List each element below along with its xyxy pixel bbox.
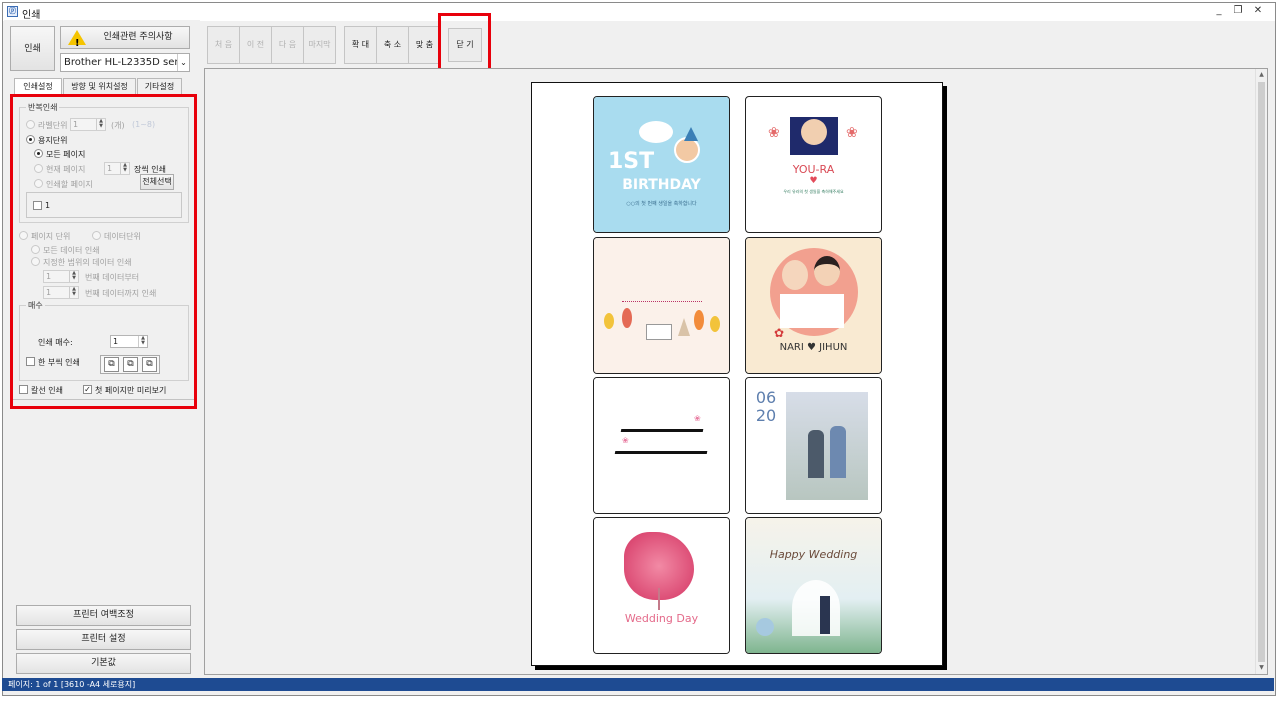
bride-face bbox=[782, 260, 808, 290]
scroll-down-icon[interactable]: ▼ bbox=[1256, 662, 1267, 674]
house-icon bbox=[646, 324, 672, 340]
flower-icon: ❀ bbox=[694, 414, 701, 423]
tree-icon bbox=[604, 313, 614, 329]
groom-figure bbox=[820, 596, 830, 634]
app-icon: ⓟ bbox=[7, 6, 18, 17]
card-big-text: Happy Wedding bbox=[769, 548, 858, 561]
flower-stem bbox=[658, 588, 660, 610]
heart-icon: ♥ bbox=[809, 176, 818, 186]
church-icon bbox=[678, 318, 690, 336]
restore-icon[interactable]: ❐ bbox=[1231, 5, 1245, 18]
title-bar: ⓟ 인쇄 _ ❐ ✕ bbox=[3, 3, 1275, 21]
person-silhouette bbox=[808, 430, 824, 478]
warning-icon bbox=[68, 30, 86, 54]
veil-illustration bbox=[792, 580, 840, 636]
label-card-youra: ❀ ❀ YOU-RA ♥ 우리 유라의 첫 생일을 축하해주세요 bbox=[745, 96, 882, 233]
first-page-button[interactable]: 처 음 bbox=[207, 26, 240, 64]
rose-icon: ✿ bbox=[774, 326, 785, 340]
left-panel: 인쇄 인쇄관련 주의사항 Brother HL-L2335D series( ⌄… bbox=[4, 20, 200, 675]
label-card-happy-wedding: Happy Wedding bbox=[745, 517, 882, 654]
minimize-icon[interactable]: _ bbox=[1212, 5, 1226, 18]
label-card-village bbox=[593, 237, 730, 374]
couple-photo bbox=[786, 392, 868, 500]
card-big-text: NARI ♥ JIHUN bbox=[779, 342, 848, 353]
chevron-down-icon[interactable]: ⌄ bbox=[177, 54, 189, 71]
card-big-text: YOU-RA bbox=[792, 163, 835, 176]
card-sub-text: ○○의 첫 번째 생일을 축하합니다 bbox=[626, 201, 697, 207]
tree-icon bbox=[710, 316, 720, 332]
tab-orientation[interactable]: 방향 및 위치설정 bbox=[63, 78, 136, 94]
window-title: 인쇄 bbox=[22, 10, 41, 21]
label-card-couple: ✿ NARI ♥ JIHUN bbox=[745, 237, 882, 374]
label-card-calligraphy: ❀ ❀ bbox=[593, 377, 730, 514]
handwritten-text-block bbox=[622, 276, 702, 302]
tree-icon bbox=[622, 308, 632, 328]
child-face bbox=[801, 119, 827, 145]
print-warning-button[interactable]: 인쇄관련 주의사항 bbox=[60, 26, 190, 54]
preview-scrollbar[interactable]: ▲ ▼ bbox=[1255, 69, 1267, 674]
next-page-button[interactable]: 다 음 bbox=[271, 26, 304, 64]
flower-wreath-left-icon: ❀ bbox=[768, 125, 780, 141]
print-preview-area: 1ST BIRTHDAY ○○의 첫 번째 생일을 축하합니다 ❀ ❀ YOU-… bbox=[204, 68, 1268, 675]
close-button-highlight bbox=[438, 13, 491, 76]
card-big-text: 06 bbox=[755, 388, 777, 407]
default-button[interactable]: 기본값 bbox=[16, 653, 191, 674]
card-sub-text: 우리 유라의 첫 생일을 축하해주세요 bbox=[783, 189, 844, 194]
person-silhouette bbox=[830, 426, 846, 478]
print-warning-label: 인쇄관련 주의사항 bbox=[103, 32, 173, 42]
last-page-button[interactable]: 마지막 bbox=[303, 26, 336, 64]
scroll-up-icon[interactable]: ▲ bbox=[1256, 69, 1267, 81]
label-card-birthday: 1ST BIRTHDAY ○○의 첫 번째 생일을 축하합니다 bbox=[593, 96, 730, 233]
tree-icon bbox=[694, 310, 704, 330]
card-big-text: Wedding Day bbox=[624, 612, 699, 625]
print-button[interactable]: 인쇄 bbox=[10, 26, 55, 71]
card-line-text: BIRTHDAY bbox=[622, 177, 701, 193]
flower-wreath-right-icon: ❀ bbox=[846, 125, 858, 141]
zoom-in-button[interactable]: 확 대 bbox=[344, 26, 377, 64]
settings-highlight bbox=[10, 94, 197, 409]
printer-name: Brother HL-L2335D series( bbox=[64, 57, 190, 68]
party-hat-icon bbox=[684, 127, 698, 141]
label-card-photo: 06 20 bbox=[745, 377, 882, 514]
flower-icon: ❀ bbox=[622, 436, 629, 445]
label-card-wedding-day: Wedding Day bbox=[593, 517, 730, 654]
prev-page-button[interactable]: 이 전 bbox=[239, 26, 272, 64]
printer-margin-button[interactable]: 프린터 여백조정 bbox=[16, 605, 191, 626]
printer-settings-button[interactable]: 프린터 설정 bbox=[16, 629, 191, 650]
card-line-text: 20 bbox=[755, 406, 777, 425]
tab-print-settings[interactable]: 인쇄설정 bbox=[14, 78, 62, 95]
card-background bbox=[594, 238, 729, 373]
tab-other-settings[interactable]: 기타설정 bbox=[137, 78, 182, 94]
close-window-icon[interactable]: ✕ bbox=[1251, 5, 1265, 18]
card-big-text: 1ST bbox=[608, 149, 655, 174]
speech-bubble-icon bbox=[639, 121, 673, 143]
status-bar: 페이지: 1 of 1 [3610 -A4 세로용지] bbox=[2, 678, 1274, 691]
couple-outfits bbox=[780, 294, 844, 328]
balloon-icon bbox=[756, 618, 774, 636]
preview-page: 1ST BIRTHDAY ○○의 첫 번째 생일을 축하합니다 ❀ ❀ YOU-… bbox=[531, 82, 943, 666]
groom-face bbox=[814, 256, 840, 286]
calligraphy-stroke bbox=[620, 418, 706, 432]
fit-button[interactable]: 맞 춤 bbox=[408, 26, 441, 64]
preview-toolbar: 처 음 이 전 다 음 마지막 확 대 축 소 맞 춤 닫 기 bbox=[204, 13, 1274, 76]
zoom-out-button[interactable]: 축 소 bbox=[376, 26, 409, 64]
printer-select[interactable]: Brother HL-L2335D series( ⌄ bbox=[60, 53, 190, 72]
scroll-thumb[interactable] bbox=[1258, 82, 1265, 662]
